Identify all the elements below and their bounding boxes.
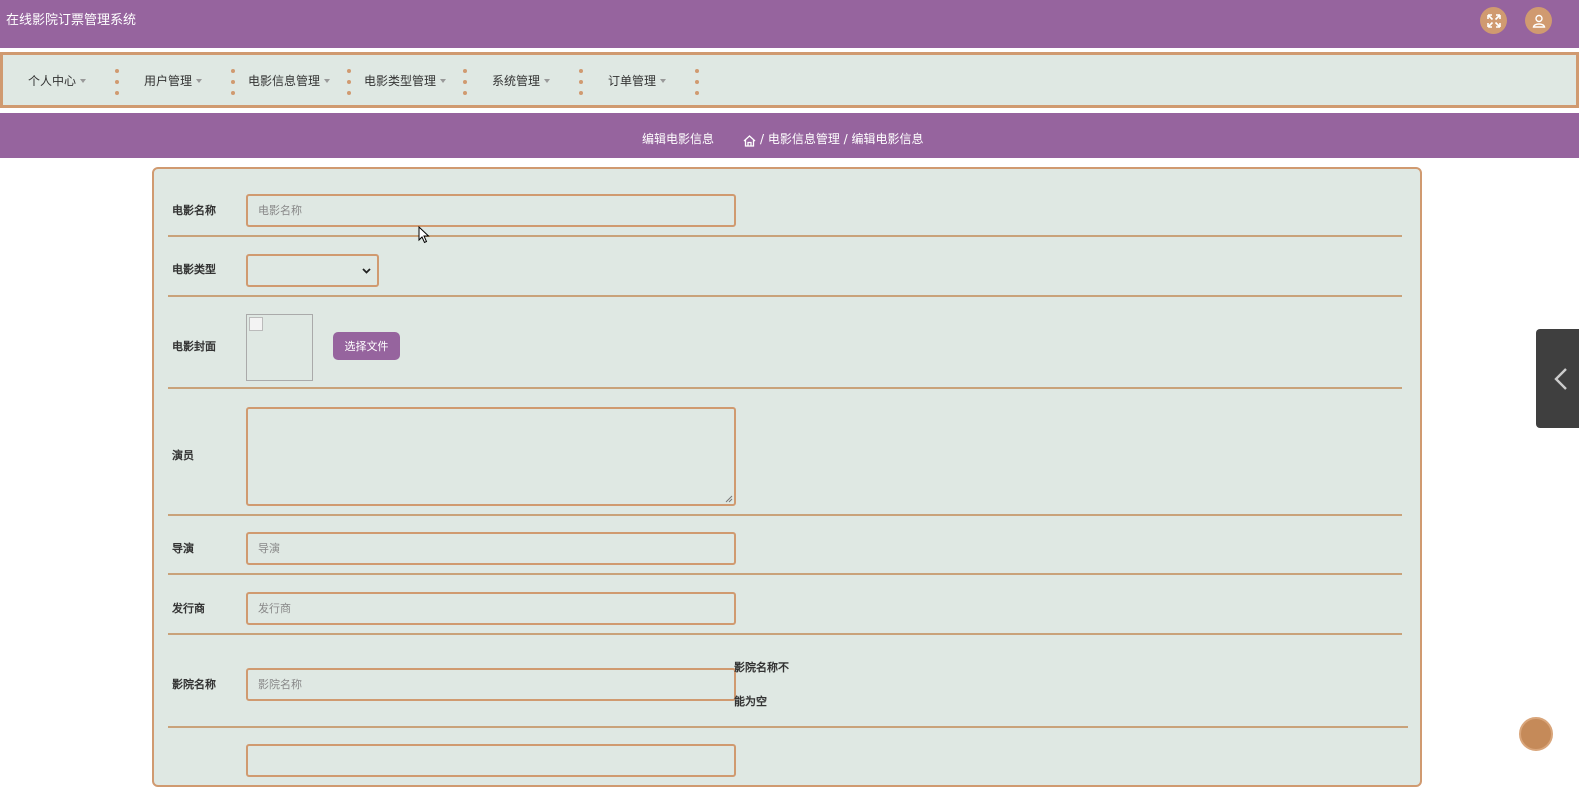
- row-divider: [168, 514, 1402, 516]
- breadcrumb-bar: 编辑电影信息 / 电影信息管理 / 编辑电影信息: [0, 113, 1579, 158]
- cinema-name-input[interactable]: [246, 668, 736, 701]
- caret-down-icon: [324, 79, 331, 83]
- nav-divider: [347, 69, 351, 95]
- nav-divider: [463, 69, 467, 95]
- nav-item-users[interactable]: 用户管理: [144, 73, 203, 89]
- home-icon[interactable]: [743, 132, 756, 151]
- row-divider: [168, 295, 1402, 297]
- nav-item-system[interactable]: 系统管理: [492, 73, 551, 89]
- row-divider: [168, 235, 1402, 237]
- user-icon: [1532, 14, 1545, 28]
- director-input[interactable]: [246, 532, 736, 565]
- movie-type-select[interactable]: [246, 254, 379, 287]
- nav-item-movie-types[interactable]: 电影类型管理: [364, 73, 447, 89]
- nav-item-profile[interactable]: 个人中心: [28, 73, 87, 89]
- row-divider: [168, 726, 1408, 728]
- cover-image-preview: [246, 314, 313, 381]
- distributor-label: 发行商: [172, 602, 205, 615]
- director-label: 导演: [172, 542, 194, 555]
- nav-item-label: 个人中心: [28, 74, 77, 88]
- caret-down-icon: [544, 79, 551, 83]
- edit-movie-form: 电影名称 电影类型 电影封面 选择文件 演员 导演 发行商 影院名称 影院名称不…: [152, 167, 1422, 787]
- user-menu-button[interactable]: [1525, 7, 1552, 34]
- row-divider: [168, 633, 1402, 635]
- nav-item-label: 电影类型管理: [364, 74, 437, 88]
- nav-item-label: 用户管理: [144, 74, 193, 88]
- fullscreen-button[interactable]: [1480, 7, 1507, 34]
- nav-divider: [579, 69, 583, 95]
- nav-item-label: 电影信息管理: [248, 74, 321, 88]
- movie-cover-label: 电影封面: [172, 340, 216, 353]
- validation-error: 影院名称不: [734, 661, 789, 674]
- chevron-down-icon: [362, 268, 371, 274]
- app-title: 在线影院订票管理系统: [6, 13, 137, 28]
- row-divider: [168, 573, 1402, 575]
- breadcrumb[interactable]: / 电影信息管理 / 编辑电影信息: [760, 131, 924, 147]
- caret-down-icon: [196, 79, 203, 83]
- nav-divider: [115, 69, 119, 95]
- movie-type-label: 电影类型: [172, 263, 216, 276]
- validation-error: 能为空: [734, 695, 767, 708]
- row-divider: [168, 387, 1402, 389]
- caret-down-icon: [440, 79, 447, 83]
- nav-item-orders[interactable]: 订单管理: [608, 73, 667, 89]
- page-title: 编辑电影信息: [642, 132, 715, 146]
- nav-divider: [695, 69, 699, 95]
- nav-item-movies[interactable]: 电影信息管理: [248, 73, 331, 89]
- distributor-input[interactable]: [246, 592, 736, 625]
- nav-divider: [231, 69, 235, 95]
- caret-down-icon: [660, 79, 667, 83]
- nav-item-label: 系统管理: [492, 74, 541, 88]
- choose-file-button[interactable]: 选择文件: [333, 332, 400, 360]
- side-drawer-toggle[interactable]: [1536, 329, 1579, 428]
- top-bar: 在线影院订票管理系统: [0, 0, 1579, 48]
- mouse-cursor-icon: [418, 226, 430, 244]
- movie-name-label: 电影名称: [172, 204, 216, 217]
- nav-item-label: 订单管理: [608, 74, 657, 88]
- main-nav: 个人中心 用户管理 电影信息管理 电影类型管理 系统管理 订单管理: [0, 52, 1579, 108]
- expand-arrows-icon: [1486, 13, 1501, 28]
- movie-name-input[interactable]: [246, 194, 736, 227]
- cinema-name-label: 影院名称: [172, 678, 216, 691]
- caret-down-icon: [80, 79, 87, 83]
- chevron-left-icon: [1554, 368, 1567, 390]
- floating-action-button[interactable]: [1519, 717, 1553, 751]
- actors-textarea[interactable]: [246, 407, 736, 506]
- broken-image-icon: [249, 317, 263, 331]
- actors-label: 演员: [172, 449, 194, 462]
- resize-grip-icon[interactable]: [725, 495, 733, 503]
